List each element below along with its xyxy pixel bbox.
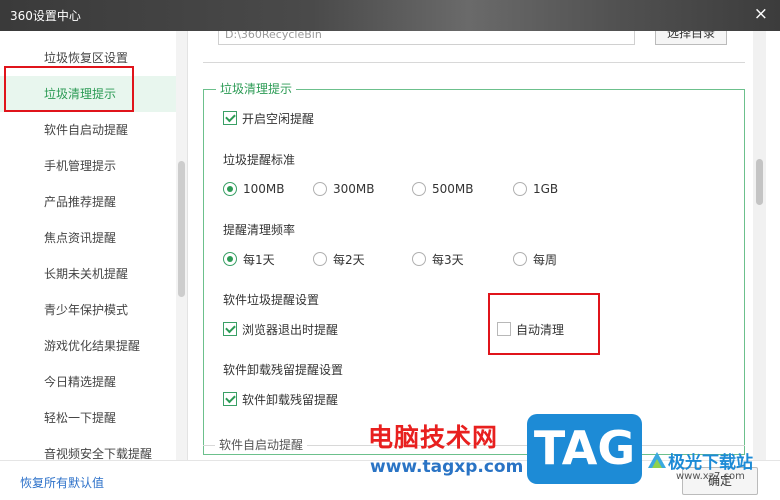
- threshold-label: 垃圾提醒标准: [223, 153, 296, 167]
- radio-unselected[interactable]: [412, 252, 426, 266]
- idle-reminder-checkbox[interactable]: [223, 111, 237, 125]
- trash-reminder-group: 垃圾清理提示 开启空闲提醒 垃圾提醒标准 100MB 300MB 500MB 1…: [203, 81, 745, 455]
- close-icon[interactable]: ×: [754, 4, 768, 24]
- sidebar-item-daily-picks[interactable]: 今日精选提醒: [0, 364, 176, 400]
- radio-unselected[interactable]: [412, 182, 426, 196]
- sidebar-item-av-download[interactable]: 音视频安全下载提醒: [0, 436, 176, 460]
- threshold-option-500mb[interactable]: 500MB: [412, 180, 474, 198]
- uninstall-residue-option[interactable]: 软件卸载残留提醒: [223, 390, 338, 408]
- watermark-site-name: 电脑技术网: [368, 423, 499, 452]
- watermark-site-url: www.tagxp.com: [370, 457, 524, 477]
- radio-label: 100MB: [243, 182, 285, 196]
- radio-unselected[interactable]: [513, 252, 527, 266]
- radio-unselected[interactable]: [313, 252, 327, 266]
- sidebar-scrollbar[interactable]: [176, 31, 187, 460]
- browser-exit-checkbox[interactable]: [223, 322, 237, 336]
- sidebar-item-autostart-reminder[interactable]: 软件自启动提醒: [0, 112, 176, 148]
- watermark-logo-text: 极光下载站: [668, 453, 753, 473]
- sidebar-item-youth-mode[interactable]: 青少年保护模式: [0, 292, 176, 328]
- frequency-option-1day[interactable]: 每1天: [223, 250, 275, 268]
- auto-clean-label: 自动清理: [516, 322, 565, 337]
- software-trash-label: 软件垃圾提醒设置: [223, 293, 320, 307]
- idle-reminder-label: 开启空闲提醒: [242, 111, 315, 126]
- autostart-reminder-legend: 软件自启动提醒: [215, 437, 308, 453]
- auto-clean-option[interactable]: 自动清理: [497, 320, 564, 338]
- sidebar-item-phone-management[interactable]: 手机管理提示: [0, 148, 176, 184]
- radio-selected[interactable]: [223, 252, 237, 266]
- frequency-option-3days[interactable]: 每3天: [412, 250, 464, 268]
- frequency-label: 提醒清理频率: [223, 223, 296, 237]
- watermark-logo-url: www.xz7.com: [676, 471, 745, 482]
- main-scrollbar[interactable]: [753, 31, 766, 460]
- threshold-option-100mb[interactable]: 100MB: [223, 180, 285, 198]
- window-title: 360设置中心: [10, 9, 81, 23]
- aurora-logo-icon: [648, 452, 666, 468]
- threshold-option-300mb[interactable]: 300MB: [313, 180, 375, 198]
- restore-defaults-link[interactable]: 恢复所有默认值: [20, 474, 104, 491]
- sidebar-item-focus-news[interactable]: 焦点资讯提醒: [0, 220, 176, 256]
- sidebar-item-recycle-settings[interactable]: 垃圾恢复区设置: [0, 40, 176, 76]
- sidebar-item-long-uptime[interactable]: 长期未关机提醒: [0, 256, 176, 292]
- radio-selected[interactable]: [223, 182, 237, 196]
- frequency-option-2days[interactable]: 每2天: [313, 250, 365, 268]
- radio-label: 每2天: [333, 252, 365, 267]
- sidebar-item-relax[interactable]: 轻松一下提醒: [0, 400, 176, 436]
- sidebar-item-product-recommend[interactable]: 产品推荐提醒: [0, 184, 176, 220]
- radio-unselected[interactable]: [313, 182, 327, 196]
- sidebar-scroll-thumb[interactable]: [178, 161, 185, 297]
- radio-label: 500MB: [432, 182, 474, 196]
- frequency-radio-group: 每1天 每2天 每3天 每周: [223, 250, 723, 268]
- right-padding: [766, 31, 780, 460]
- radio-label: 每3天: [432, 252, 464, 267]
- watermark-tag-logo: TAG: [527, 414, 642, 484]
- browse-directory-button[interactable]: 选择目录: [655, 31, 727, 45]
- trash-reminder-legend: 垃圾清理提示: [216, 81, 297, 97]
- uninstall-residue-checkbox[interactable]: [223, 392, 237, 406]
- auto-clean-checkbox[interactable]: [497, 322, 511, 336]
- recycle-group-border: [203, 62, 745, 63]
- radio-unselected[interactable]: [513, 182, 527, 196]
- main-scroll-thumb[interactable]: [756, 159, 763, 205]
- frequency-option-weekly[interactable]: 每周: [513, 250, 557, 268]
- browser-exit-option[interactable]: 浏览器退出时提醒: [223, 320, 338, 338]
- sidebar-item-game-optimize[interactable]: 游戏优化结果提醒: [0, 328, 176, 364]
- threshold-radio-group: 100MB 300MB 500MB 1GB: [223, 180, 723, 198]
- radio-label: 每周: [533, 252, 558, 267]
- title-bar: 360设置中心 ×: [0, 0, 780, 31]
- watermark-download-logo: 极光下载站 www.xz7.com: [646, 448, 774, 488]
- idle-reminder-option[interactable]: 开启空闲提醒: [223, 109, 314, 127]
- browser-exit-label: 浏览器退出时提醒: [242, 322, 339, 337]
- uninstall-residue-reminder-label: 软件卸载残留提醒: [242, 392, 339, 407]
- threshold-option-1gb[interactable]: 1GB: [513, 180, 558, 198]
- radio-label: 1GB: [533, 182, 559, 196]
- settings-panel: D:\360RecycleBin 选择目录 垃圾清理提示 开启空闲提醒 垃圾提醒…: [188, 31, 753, 460]
- radio-label: 每1天: [243, 252, 275, 267]
- recycle-path-field[interactable]: D:\360RecycleBin: [218, 31, 635, 45]
- uninstall-residue-label: 软件卸载残留提醒设置: [223, 363, 344, 377]
- sidebar-item-trash-reminder[interactable]: 垃圾清理提示: [0, 76, 176, 112]
- sidebar: 垃圾恢复区设置 垃圾清理提示 软件自启动提醒 手机管理提示 产品推荐提醒 焦点资…: [0, 31, 176, 460]
- radio-label: 300MB: [333, 182, 375, 196]
